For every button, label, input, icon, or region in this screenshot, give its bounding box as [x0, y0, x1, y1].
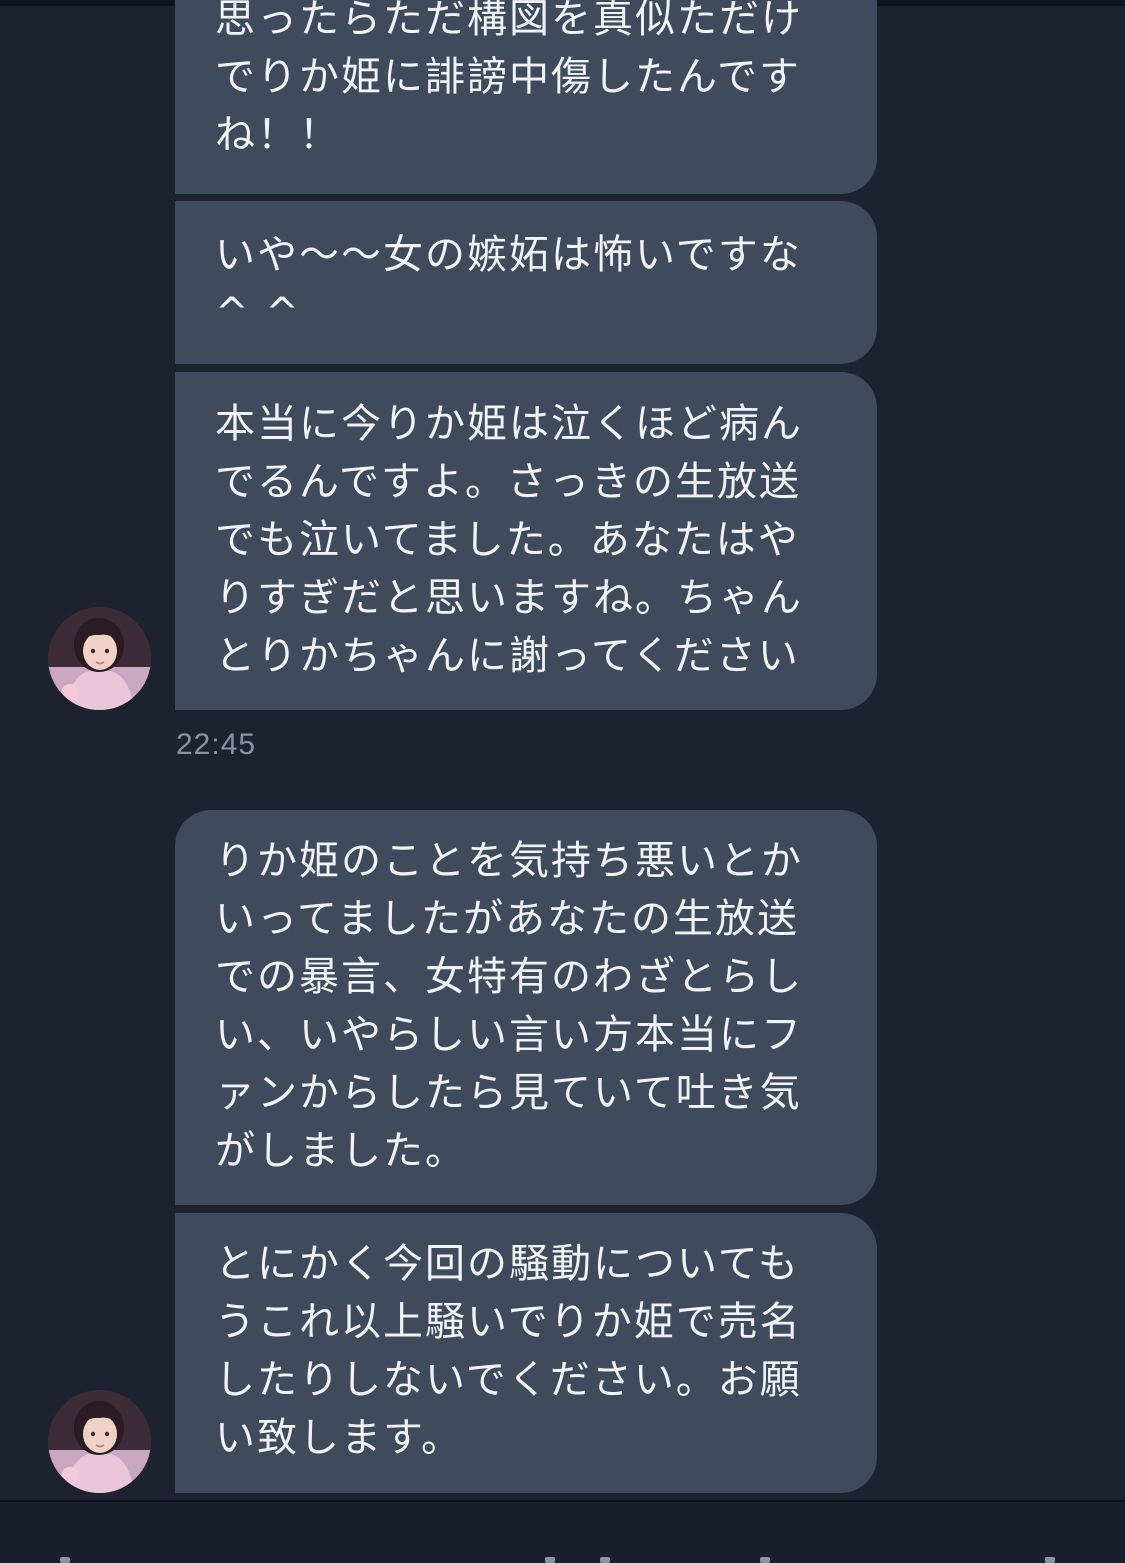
- message-bubble[interactable]: いや〜〜女の嫉妬は怖いですな ^ ^: [175, 201, 877, 364]
- user-avatar-icon[interactable]: [48, 1390, 151, 1493]
- bottom-bar: [0, 1500, 1125, 1563]
- bottom-bar-mark: [60, 1557, 70, 1563]
- message-bubble[interactable]: りか姫のことを気持ち悪いとか いってましたがあなたの生放送 での暴言、女特有のわ…: [175, 810, 877, 1205]
- message-bubble[interactable]: とにかく今回の騒動についても うこれ以上騒いでりか姫で売名 したりしないでくださ…: [175, 1213, 877, 1493]
- bottom-bar-mark: [600, 1557, 610, 1563]
- bottom-bar-mark: [760, 1557, 770, 1563]
- conversation-thread: 思ったらただ構図を真似ただけ でりか姫に誹謗中傷したんです ね！！ いや〜〜女の…: [0, 0, 1125, 1500]
- message-bubble[interactable]: 本当に今りか姫は泣くほど病ん でるんですよ。さっきの生放送 でも泣いてました。あ…: [175, 372, 877, 710]
- user-avatar-icon[interactable]: [48, 607, 151, 710]
- message-bubble[interactable]: 思ったらただ構図を真似ただけ でりか姫に誹謗中傷したんです ね！！: [175, 0, 877, 194]
- bottom-bar-mark: [545, 1557, 555, 1563]
- message-timestamp: 22:45: [176, 728, 257, 761]
- bottom-bar-mark: [1045, 1557, 1055, 1563]
